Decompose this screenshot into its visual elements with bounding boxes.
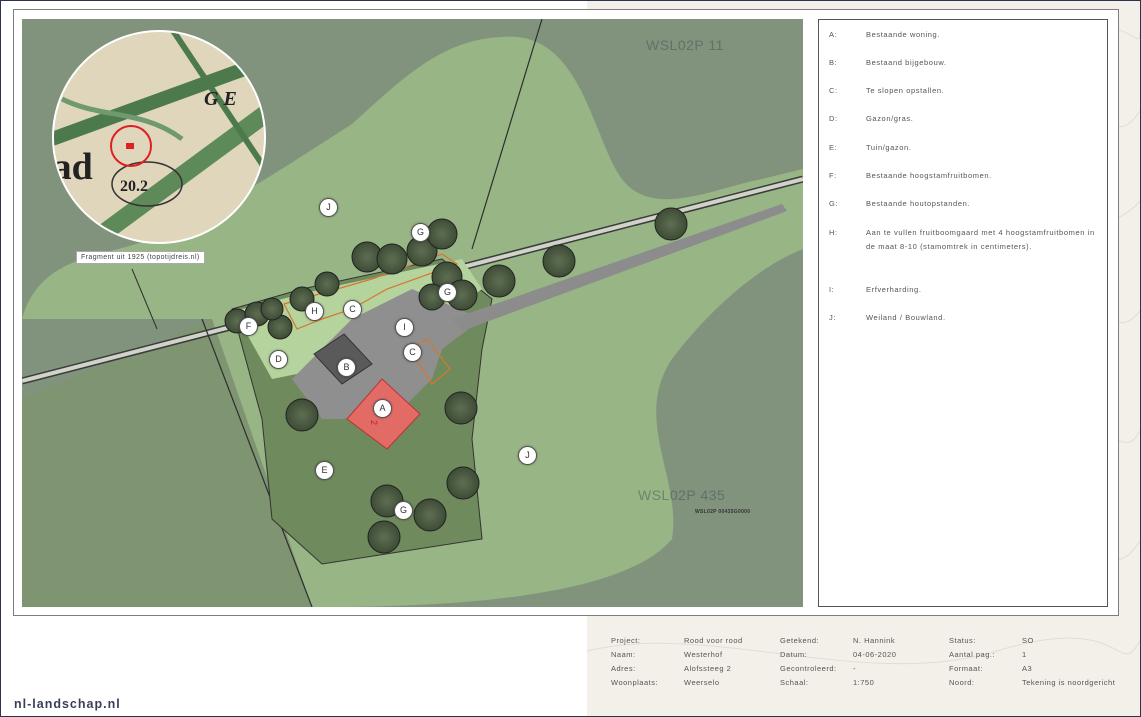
inset-text-ge: G E xyxy=(204,88,237,110)
site-plan-map: 2 tad 20.2 G E WSL02P 11 WSL02P 435 xyxy=(22,19,803,607)
tb-project-value: Rood voor rood xyxy=(684,636,743,645)
tb-gecontroleerd-label: Gecontroleerd: xyxy=(780,664,837,673)
marker-d: D xyxy=(269,350,288,369)
tb-gecontroleerd-value: - xyxy=(853,664,856,673)
marker-g-south: G xyxy=(394,501,413,520)
site-plan-svg: 2 tad 20.2 G E xyxy=(22,19,803,607)
marker-h: H xyxy=(305,302,324,321)
parcel-code: WSL02P 00435G0000 xyxy=(695,509,751,515)
marker-i: I xyxy=(395,318,414,337)
marker-j-south: J xyxy=(518,446,537,465)
drawing-sheet: 2 tad 20.2 G E WSL02P 11 WSL02P 435 WSL0… xyxy=(0,0,1141,717)
marker-j-north: J xyxy=(319,198,338,217)
tb-noord-value: Tekening is noordgericht xyxy=(1022,678,1116,687)
inset-text-elevation: 20.2 xyxy=(120,178,148,195)
brand-logo-text[interactable]: nl-landschap.nl xyxy=(14,697,121,711)
tb-datum-value: 04-06-2020 xyxy=(853,650,897,659)
tb-getekend-value: N. Hannink xyxy=(853,636,896,645)
marker-g-east: G xyxy=(438,283,457,302)
legend-panel: A: Bestaande woning. B: Bestaand bijgebouw… xyxy=(818,19,1108,607)
tb-status-value: SO xyxy=(1022,636,1034,645)
tb-naam-value: Westerhof xyxy=(684,650,723,659)
tb-formaat-label: Formaat: xyxy=(949,664,984,673)
tb-woonplaats-label: Woonplaats: xyxy=(611,678,659,687)
tb-naam-label: Naam: xyxy=(611,650,636,659)
marker-a: A xyxy=(373,399,392,418)
tb-adres-value: Alofssteeg 2 xyxy=(684,664,732,673)
marker-c-east: C xyxy=(403,343,422,362)
tb-status-label: Status: xyxy=(949,636,976,645)
tb-woonplaats-value: Weerselo xyxy=(684,678,720,687)
tb-schaal-value: 1:750 xyxy=(853,678,875,687)
marker-b: B xyxy=(337,358,356,377)
tb-aantal-label: Aantal pag.: xyxy=(949,650,996,659)
parcel-label-11: WSL02P 11 xyxy=(646,37,724,53)
tb-noord-label: Noord: xyxy=(949,678,975,687)
tb-formaat-value: A3 xyxy=(1022,664,1033,673)
tb-adres-label: Adres: xyxy=(611,664,636,673)
marker-c-north: C xyxy=(343,300,362,319)
inset-caption: Fragment uit 1925 (topotijdreis.nl) xyxy=(76,251,205,264)
marker-g-north: G xyxy=(411,223,430,242)
tb-datum-label: Datum: xyxy=(780,650,808,659)
parcel-label-435: WSL02P 435 xyxy=(638,487,726,503)
marker-f: F xyxy=(239,317,258,336)
tb-schaal-label: Schaal: xyxy=(780,678,809,687)
house-number: 2 xyxy=(369,420,379,425)
tb-getekend-label: Getekend: xyxy=(780,636,820,645)
marker-e: E xyxy=(315,461,334,480)
tb-aantal-value: 1 xyxy=(1022,650,1027,659)
tb-project-label: Project: xyxy=(611,636,641,645)
